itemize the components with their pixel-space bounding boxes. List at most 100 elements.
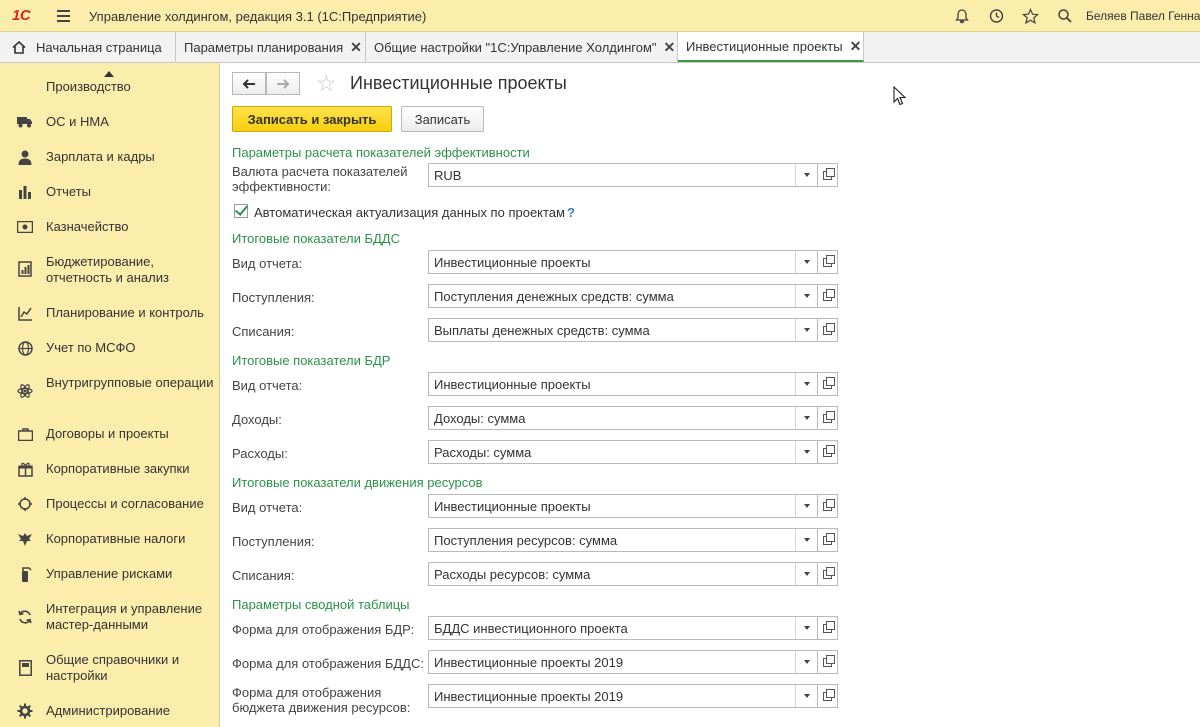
dropdown-icon[interactable] xyxy=(795,441,817,463)
tab-investment-projects[interactable]: Инвестиционные проекты ✕ xyxy=(678,32,864,62)
pivot-bdds-form-input[interactable]: Инвестиционные проекты 2019 xyxy=(428,650,818,674)
sidebar-item-risks[interactable]: Управление рисками xyxy=(0,564,219,584)
bdds-receipts-input[interactable]: Поступления денежных средств: сумма xyxy=(428,284,818,308)
open-icon[interactable] xyxy=(817,250,838,274)
open-icon[interactable] xyxy=(817,528,838,552)
planning-icon xyxy=(16,304,34,322)
sidebar-item-fixed-assets[interactable]: ОС и НМА xyxy=(0,112,219,132)
save-button[interactable]: Записать xyxy=(401,106,484,132)
sidebar-item-integration[interactable]: Интеграция и управление мастер-данными xyxy=(0,599,219,635)
help-icon[interactable]: ? xyxy=(567,205,575,220)
dropdown-icon[interactable] xyxy=(795,529,817,551)
sidebar-item-label: Корпоративные закупки xyxy=(46,461,190,476)
auto-update-label[interactable]: Автоматическая актуализация данных по пр… xyxy=(254,205,565,220)
sidebar-item-budgeting[interactable]: Бюджетирование, отчетность и анализ xyxy=(0,252,219,288)
dropdown-icon[interactable] xyxy=(795,563,817,585)
resources-report-type-input[interactable]: Инвестиционные проекты xyxy=(428,494,818,518)
dropdown-icon[interactable] xyxy=(795,617,817,639)
currency-input[interactable]: RUB xyxy=(428,163,818,187)
bdds-payments-input[interactable]: Выплаты денежных средств: сумма xyxy=(428,318,818,342)
bdr-expenses-input[interactable]: Расходы: сумма xyxy=(428,440,818,464)
resources-receipts-field[interactable]: Поступления ресурсов: сумма xyxy=(428,528,838,552)
bdds-payments-field[interactable]: Выплаты денежных средств: сумма xyxy=(428,318,838,342)
resources-writeoffs-field[interactable]: Расходы ресурсов: сумма xyxy=(428,562,838,586)
back-button[interactable] xyxy=(232,72,266,95)
close-icon[interactable]: ✕ xyxy=(350,39,362,56)
favorite-star-icon[interactable]: ☆ xyxy=(316,71,337,95)
sidebar-item-reports[interactable]: Отчеты xyxy=(0,182,219,202)
open-icon[interactable] xyxy=(817,440,838,464)
dropdown-icon[interactable] xyxy=(795,251,817,273)
bdr-report-type-input[interactable]: Инвестиционные проекты xyxy=(428,372,818,396)
sidebar-item-intragroup[interactable]: Внутригрупповые операции xyxy=(0,373,219,409)
pivot-bdds-form-field[interactable]: Инвестиционные проекты 2019 xyxy=(428,650,838,674)
eagle-icon xyxy=(16,530,34,548)
sidebar-item-processes[interactable]: Процессы и согласование xyxy=(0,494,219,514)
pivot-resources-form-input[interactable]: Инвестиционные проекты 2019 xyxy=(428,684,818,708)
sidebar-item-production[interactable]: Производство xyxy=(0,76,219,96)
arrow-left-icon xyxy=(242,78,255,89)
currency-field[interactable]: RUB xyxy=(428,163,838,187)
forward-button[interactable] xyxy=(266,72,300,95)
resources-receipts-input[interactable]: Поступления ресурсов: сумма xyxy=(428,528,818,552)
field-label: Форма для отображения БДР: xyxy=(232,622,415,637)
sidebar-item-label: Договоры и проекты xyxy=(46,426,169,441)
resources-writeoffs-input[interactable]: Расходы ресурсов: сумма xyxy=(428,562,818,586)
open-icon[interactable] xyxy=(817,684,838,708)
bdr-income-field[interactable]: Доходы: сумма xyxy=(428,406,838,430)
tab-planning-params[interactable]: Параметры планирования ✕ xyxy=(176,32,366,63)
dropdown-icon[interactable] xyxy=(795,495,817,517)
dropdown-icon[interactable] xyxy=(795,685,817,707)
dropdown-icon[interactable] xyxy=(795,407,817,429)
sidebar-item-procurement[interactable]: Корпоративные закупки xyxy=(0,459,219,479)
tab-general-settings[interactable]: Общие настройки "1С:Управление Холдингом… xyxy=(366,32,678,63)
sidebar-item-taxes[interactable]: Корпоративные налоги xyxy=(0,529,219,549)
sidebar-item-payroll[interactable]: Зарплата и кадры xyxy=(0,147,219,167)
history-icon[interactable] xyxy=(986,6,1006,26)
pivot-bdr-form-input[interactable]: БДДС инвестиционного проекта xyxy=(428,616,818,640)
open-icon[interactable] xyxy=(817,284,838,308)
pivot-resources-form-field[interactable]: Инвестиционные проекты 2019 xyxy=(428,684,838,708)
open-icon[interactable] xyxy=(817,616,838,640)
dropdown-icon[interactable] xyxy=(795,285,817,307)
sidebar-item-label: Учет по МСФО xyxy=(46,340,136,355)
bdr-report-type-field[interactable]: Инвестиционные проекты xyxy=(428,372,838,396)
dropdown-icon[interactable] xyxy=(795,373,817,395)
bdr-income-input[interactable]: Доходы: сумма xyxy=(428,406,818,430)
menu-icon[interactable] xyxy=(57,10,70,22)
sidebar-item-ifrs[interactable]: Учет по МСФО xyxy=(0,338,219,358)
search-icon[interactable] xyxy=(1055,6,1075,26)
sidebar-item-references[interactable]: Общие справочники и настройки xyxy=(0,650,219,686)
resources-report-type-field[interactable]: Инвестиционные проекты xyxy=(428,494,838,518)
sidebar-item-treasury[interactable]: Казначейство xyxy=(0,217,219,237)
auto-update-checkbox[interactable] xyxy=(234,204,248,218)
bdds-report-type-field[interactable]: Инвестиционные проекты xyxy=(428,250,838,274)
open-icon[interactable] xyxy=(817,562,838,586)
open-icon[interactable] xyxy=(817,406,838,430)
sidebar-item-contracts[interactable]: Договоры и проекты xyxy=(0,424,219,444)
open-icon[interactable] xyxy=(817,650,838,674)
close-icon[interactable]: ✕ xyxy=(850,38,862,55)
dropdown-icon[interactable] xyxy=(795,651,817,673)
open-icon[interactable] xyxy=(817,163,838,187)
dropdown-icon[interactable] xyxy=(795,319,817,341)
bdds-receipts-field[interactable]: Поступления денежных средств: сумма xyxy=(428,284,838,308)
open-icon[interactable] xyxy=(817,494,838,518)
pivot-bdr-form-field[interactable]: БДДС инвестиционного проекта xyxy=(428,616,838,640)
open-icon[interactable] xyxy=(817,318,838,342)
bdr-expenses-field[interactable]: Расходы: сумма xyxy=(428,440,838,464)
open-icon[interactable] xyxy=(817,372,838,396)
save-and-close-button[interactable]: Записать и закрыть xyxy=(232,106,392,132)
sidebar-item-planning[interactable]: Планирование и контроль xyxy=(0,303,219,323)
gift-icon xyxy=(16,460,34,478)
sidebar-item-admin[interactable]: Администрирование xyxy=(0,701,219,721)
bdds-report-type-input[interactable]: Инвестиционные проекты xyxy=(428,250,818,274)
dropdown-icon[interactable] xyxy=(795,164,817,186)
close-icon[interactable]: ✕ xyxy=(664,39,676,56)
user-name[interactable]: Беляев Павел Геннадьевич xyxy=(1086,9,1200,23)
app-logo[interactable]: 1С xyxy=(12,7,31,24)
tab-home[interactable]: Начальная страница xyxy=(0,32,176,63)
bell-icon[interactable] xyxy=(952,6,972,26)
star-icon[interactable] xyxy=(1020,6,1040,26)
section-title: Итоговые показатели движения ресурсов xyxy=(232,475,483,490)
